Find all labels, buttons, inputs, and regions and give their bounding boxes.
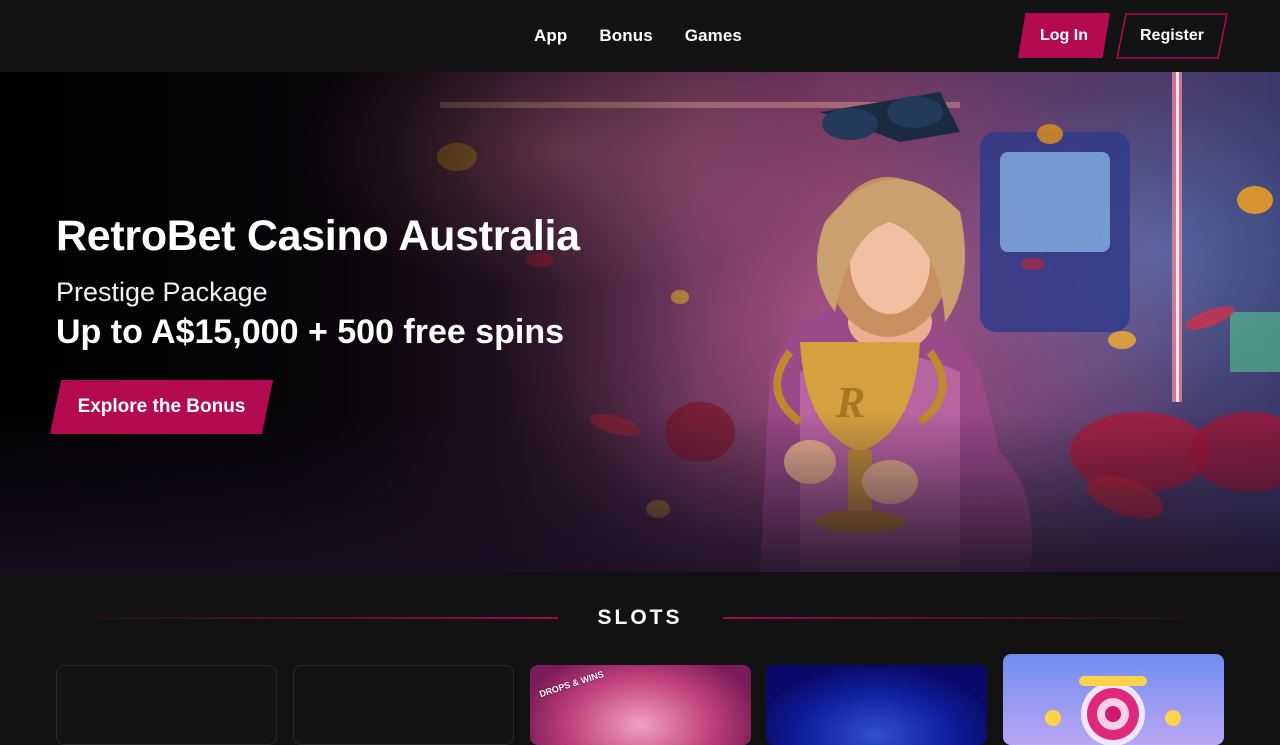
divider-right — [722, 617, 1225, 619]
slots-heading: SLOTS — [597, 606, 683, 629]
drops-wins-badge: DROPS & WINS — [538, 668, 605, 700]
top-bar: App Bonus Games Log In Register — [0, 0, 1280, 72]
slot-card-game[interactable]: DROPS & WINS — [530, 665, 751, 745]
slot-card-game[interactable] — [1003, 654, 1224, 745]
slot-card-game[interactable] — [766, 665, 987, 745]
slots-grid: DROPS & WINS — [56, 654, 1224, 745]
nav-item-app[interactable]: App — [534, 26, 567, 46]
slot-card-placeholder[interactable] — [56, 665, 277, 745]
divider-left — [56, 617, 558, 619]
hero-title: RetroBet Casino Australia — [56, 212, 580, 260]
auth-buttons: Log In Register — [1018, 13, 1228, 59]
slots-section-header: SLOTS — [56, 596, 1225, 640]
hero-subtitle: Prestige Package — [56, 277, 268, 307]
register-button[interactable]: Register — [1116, 13, 1228, 59]
explore-bonus-button[interactable]: Explore the Bonus — [50, 380, 273, 434]
register-button-label: Register — [1139, 27, 1205, 44]
slot-card-placeholder[interactable] — [293, 665, 514, 745]
hero-floor-shade — [0, 412, 1280, 572]
nav-item-games[interactable]: Games — [685, 26, 742, 46]
hero-text: RetroBet Casino Australia Prestige Packa… — [56, 210, 676, 352]
candy-swirl-icon — [1045, 676, 1181, 745]
hero-offer: Up to A$15,000 + 500 free spins — [56, 313, 565, 351]
login-button[interactable]: Log In — [1018, 13, 1110, 58]
nav-item-bonus[interactable]: Bonus — [599, 26, 652, 46]
hero-banner: R RetroBet Casino Australia Prestige Pac… — [0, 72, 1280, 572]
